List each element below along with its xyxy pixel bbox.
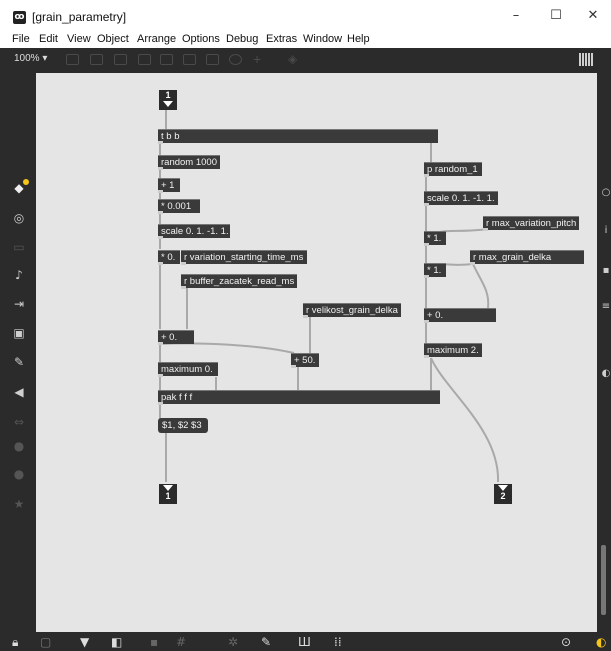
mixer-icon[interactable]: Ш (298, 635, 311, 649)
object-scale-right[interactable]: scale 0. 1. -1. 1. (424, 191, 498, 206)
bottom-toolbar: 🔒︎ ▢ ▼ ◧ ▪ # ✲ ✎ Ш ⁞⁞ ⊙ ◐ (0, 632, 611, 651)
object-receive-buffer[interactable]: r buffer_zacatek_read_ms (181, 274, 297, 289)
object-maximum-0[interactable]: maximum 0. (158, 362, 218, 377)
object-plus-50[interactable]: + 50. (291, 353, 319, 368)
grid-snap-icon[interactable]: # (176, 635, 186, 649)
alert-icon[interactable]: ◐ (596, 635, 606, 649)
down-arrow-icon (163, 101, 173, 107)
object-receive-velikost[interactable]: r velikost_grain_delka (303, 303, 401, 318)
object-random[interactable]: random 1000 (158, 155, 220, 170)
outlet-1[interactable]: 1 (159, 484, 177, 504)
inlet-number: 1 (165, 90, 171, 100)
object-p-random[interactable]: p random_1 (424, 162, 482, 177)
object-receive-max-variation[interactable]: r max_variation_pitch (483, 216, 579, 231)
object-receive-variation[interactable]: r variation_starting_time_ms (181, 250, 307, 265)
object-multiply-1a[interactable]: * 1. (424, 231, 446, 246)
object-scale-left[interactable]: scale 0. 1. -1. 1. (158, 224, 230, 239)
lock-icon[interactable]: 🔒︎ (12, 635, 18, 650)
outlet-number: 2 (500, 491, 506, 501)
inspector-icon[interactable]: ▼ (80, 635, 89, 649)
object-maximum-2[interactable]: maximum 2. (424, 343, 482, 358)
outlet-number: 1 (165, 491, 171, 501)
message-box[interactable]: $1, $2 $3 (158, 418, 208, 433)
object-pak[interactable]: pak f f f (158, 390, 440, 405)
object-receive-max-grain[interactable]: r max_grain_delka (470, 250, 584, 265)
inlet-1[interactable]: 1 (159, 90, 177, 110)
object-trigger[interactable]: t b b (158, 129, 438, 144)
object-multiply-0001[interactable]: * 0.001 (158, 199, 200, 214)
object-plus-1[interactable]: + 1 (158, 178, 180, 193)
outlet-2[interactable]: 2 (494, 484, 512, 504)
object-plus-0-right[interactable]: + 0. (424, 308, 496, 323)
layers-icon[interactable]: ◧ (111, 635, 122, 649)
play-icon[interactable]: ⊙ (561, 635, 571, 649)
object-multiply-1b[interactable]: * 1. (424, 263, 446, 278)
debug-icon[interactable]: ▪ (150, 635, 158, 649)
wrench-icon[interactable]: ✎ (261, 635, 271, 649)
object-plus-0-left[interactable]: + 0. (158, 330, 194, 345)
object-multiply-0[interactable]: * 0. (158, 250, 180, 265)
keyboard-icon[interactable]: ⁞⁞ (334, 635, 342, 649)
presentation-mode-icon[interactable]: ▢ (40, 635, 51, 649)
patch-cords (159, 110, 500, 483)
magic-icon[interactable]: ✲ (228, 635, 238, 649)
